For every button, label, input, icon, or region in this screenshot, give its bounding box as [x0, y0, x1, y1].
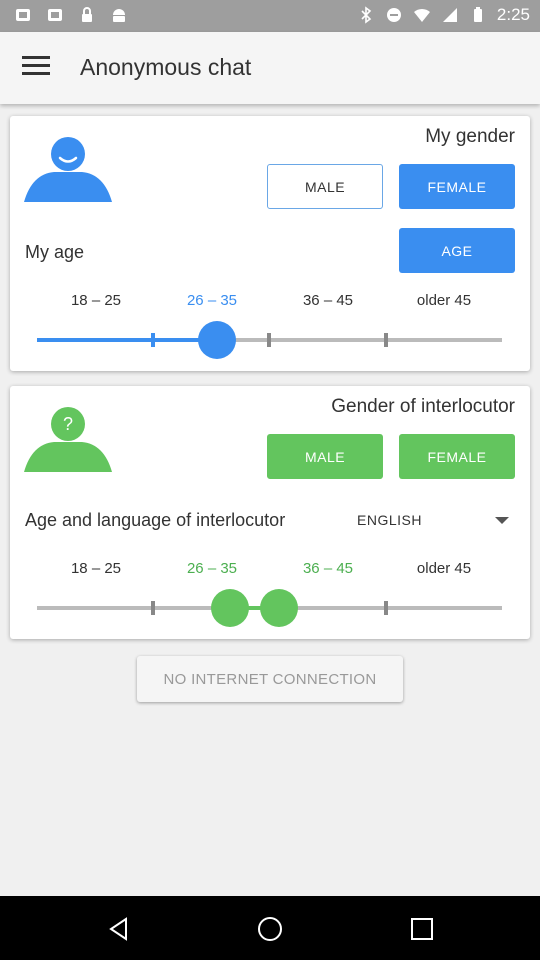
- dnd-icon: [386, 8, 401, 22]
- range-label: older 45: [416, 560, 472, 577]
- interlocutor-male-button[interactable]: MALE: [267, 434, 383, 479]
- interlocutor-female-button[interactable]: FEMALE: [399, 434, 515, 479]
- android-icon: [113, 9, 125, 22]
- interlocutor-card: ? Gender of interlocutor MALE FEMALE Age…: [10, 386, 530, 639]
- my-age-slider-fill: [37, 338, 217, 342]
- age-language-label: Age and language of interlocutor: [25, 510, 286, 530]
- status-bar: 2:25: [0, 0, 540, 32]
- range-label: 26 – 35: [186, 560, 238, 577]
- notification-icon: [16, 9, 30, 21]
- home-icon[interactable]: [257, 916, 283, 942]
- my-age-label: My age: [25, 242, 85, 262]
- status-time: 2:25: [496, 5, 530, 24]
- my-gender-male-button[interactable]: MALE: [267, 164, 383, 209]
- avatar-badge: ?: [63, 414, 73, 434]
- interlocutor-gender-heading: Gender of interlocutor: [331, 396, 515, 417]
- my-gender-female-button[interactable]: FEMALE: [399, 164, 515, 209]
- recents-icon[interactable]: [409, 916, 435, 942]
- language-dropdown[interactable]: ENGLISH: [355, 508, 515, 532]
- navigation-bar: [0, 896, 540, 960]
- no-connection-status: NO INTERNET CONNECTION: [137, 656, 403, 702]
- lock-icon: [82, 7, 92, 22]
- notification-icon: [48, 9, 62, 21]
- my-gender-heading: My gender: [425, 126, 515, 147]
- interlocutor-age-thumb-min[interactable]: [211, 589, 249, 627]
- battery-icon: [473, 7, 482, 22]
- range-label: 18 – 25: [70, 292, 122, 309]
- age-button[interactable]: AGE: [399, 228, 515, 273]
- interlocutor-avatar-icon: ?: [24, 407, 112, 472]
- range-label: 26 – 35: [186, 292, 238, 309]
- range-label: older 45: [416, 292, 472, 309]
- slider-tick: [151, 601, 155, 615]
- slider-tick: [384, 333, 388, 347]
- my-profile-card: My gender MALE FEMALE My age AGE 18 – 25…: [10, 116, 530, 371]
- app-title: Anonymous chat: [80, 54, 252, 80]
- slider-tick: [267, 333, 271, 347]
- bluetooth-icon: [361, 6, 372, 24]
- app-bar: Anonymous chat: [0, 32, 540, 104]
- slider-tick: [151, 333, 155, 347]
- interlocutor-age-thumb-max[interactable]: [260, 589, 298, 627]
- wifi-icon: [413, 8, 430, 22]
- menu-icon[interactable]: [22, 56, 50, 80]
- user-avatar-icon: [24, 137, 112, 202]
- signal-icon: [442, 8, 457, 22]
- dropdown-arrow-icon: [495, 517, 509, 524]
- language-value: ENGLISH: [357, 512, 422, 528]
- slider-tick: [384, 601, 388, 615]
- my-age-slider-thumb[interactable]: [198, 321, 236, 359]
- range-label: 36 – 45: [302, 560, 354, 577]
- back-icon[interactable]: [106, 916, 132, 942]
- range-label: 18 – 25: [70, 560, 122, 577]
- range-label: 36 – 45: [302, 292, 354, 309]
